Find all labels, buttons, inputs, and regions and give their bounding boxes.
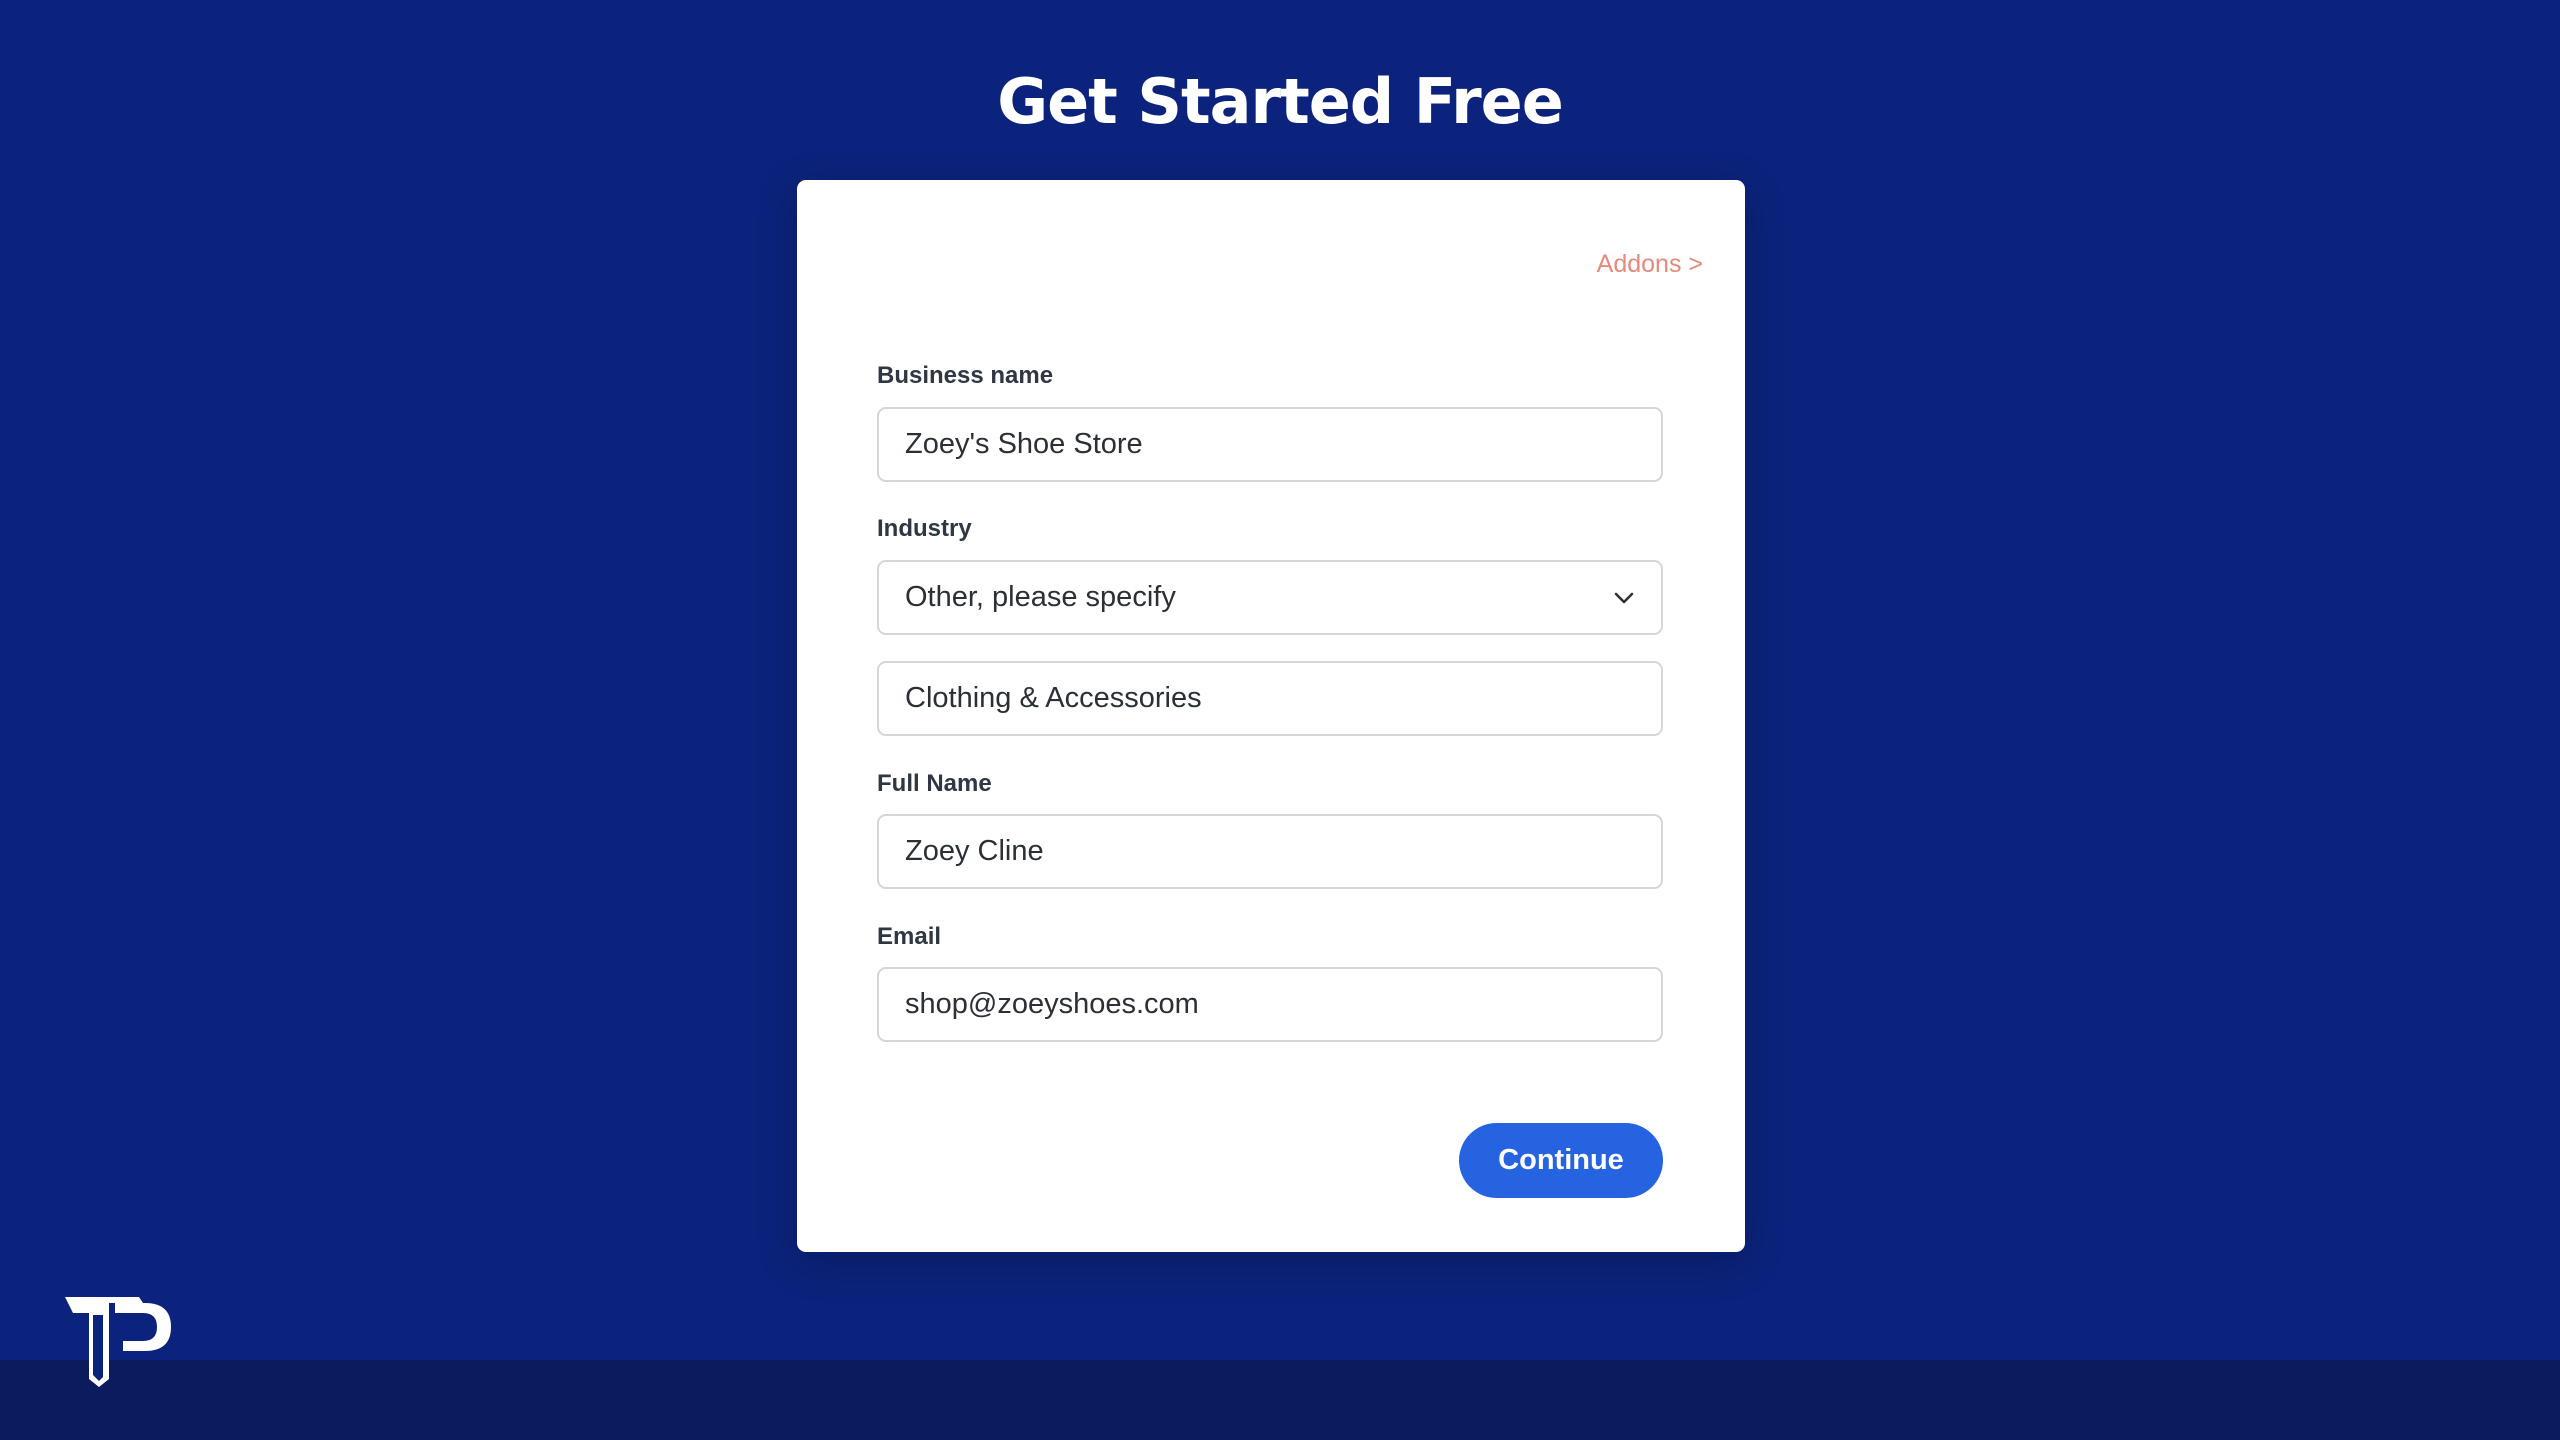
chevron-down-icon	[1613, 591, 1635, 605]
industry-other-input[interactable]	[877, 661, 1663, 736]
signup-card: Addons > Business name Industry Other, p…	[797, 180, 1745, 1252]
full-name-input[interactable]	[877, 814, 1663, 889]
email-label: Email	[877, 923, 942, 950]
email-input[interactable]	[877, 967, 1663, 1042]
full-name-label: Full Name	[877, 770, 992, 797]
page-title: Get Started Free	[997, 65, 1564, 138]
industry-label: Industry	[877, 515, 972, 542]
business-name-input[interactable]	[877, 407, 1663, 482]
continue-button[interactable]: Continue	[1459, 1123, 1663, 1198]
industry-select[interactable]: Other, please specify	[877, 560, 1663, 635]
bottom-bar	[0, 1360, 2560, 1440]
industry-selected-value: Other, please specify	[905, 581, 1176, 613]
tp-logo-icon	[63, 1295, 175, 1387]
business-name-label: Business name	[877, 362, 1054, 389]
addons-link[interactable]: Addons >	[1597, 250, 1703, 279]
